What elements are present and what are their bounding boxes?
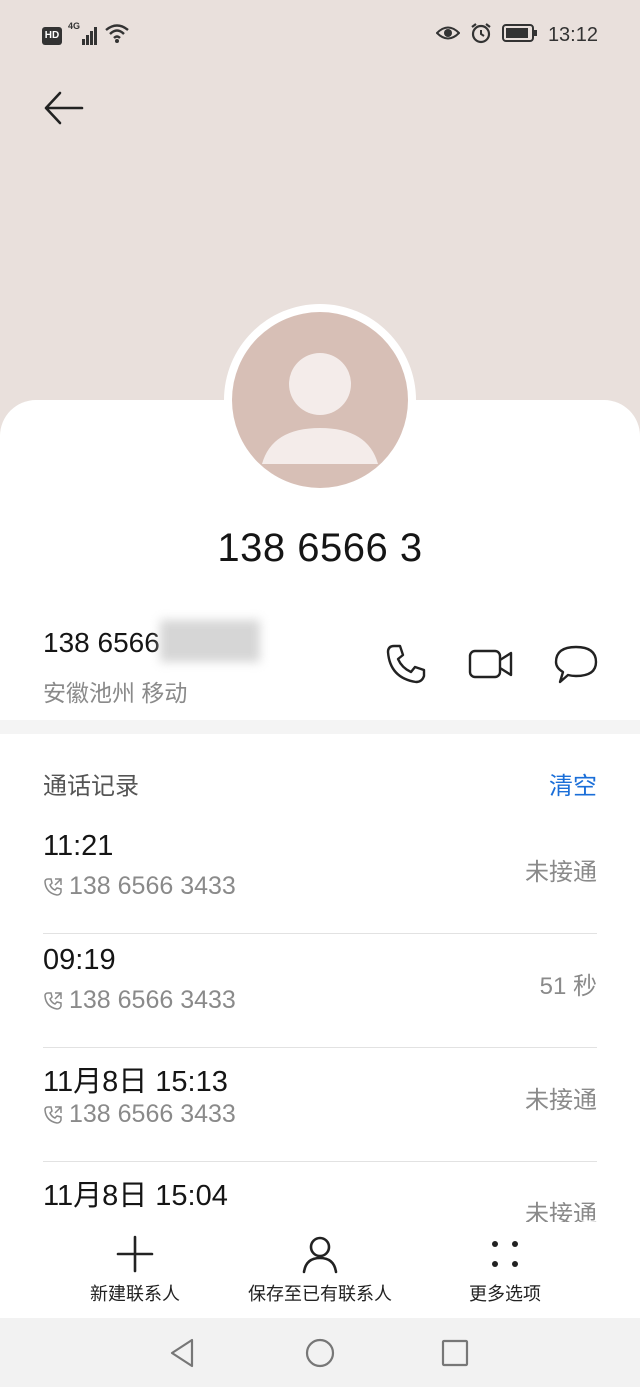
contact-number: 138 6566 (43, 627, 160, 658)
record-time: 09:19 (43, 944, 116, 976)
cellular-signal-icon: 4G (68, 21, 98, 47)
outgoing-call-icon (44, 992, 62, 1010)
back-button[interactable] (40, 86, 88, 130)
eye-icon (435, 23, 461, 48)
video-call-button[interactable] (468, 642, 514, 686)
call-record-item[interactable]: 09:19 138 6566 3433 51 秒 (43, 944, 597, 1059)
nav-home-button[interactable] (303, 1336, 337, 1370)
status-bar: HD 4G 13:12 (0, 0, 640, 72)
privacy-blur (160, 620, 260, 662)
more-options-label: 更多选项 (469, 1284, 541, 1304)
more-options-button[interactable]: 更多选项 (415, 1234, 595, 1314)
person-silhouette-icon (232, 312, 408, 488)
arrow-left-icon (44, 91, 84, 125)
avatar (224, 304, 416, 496)
wifi-icon (104, 22, 130, 49)
record-divider (43, 933, 597, 934)
person-icon (302, 1236, 338, 1274)
record-number: 138 6566 3433 (69, 1100, 236, 1128)
four-dots-icon (492, 1241, 518, 1267)
triangle-back-icon (170, 1338, 194, 1368)
outgoing-call-icon (44, 878, 62, 896)
alarm-icon (470, 22, 492, 49)
save-to-existing-button[interactable]: 保存至已有联系人 (230, 1234, 410, 1314)
contact-title-number: 138 6566 3 (217, 526, 423, 570)
record-number: 138 6566 3433 (69, 986, 236, 1014)
record-divider (43, 1047, 597, 1048)
message-bubble-icon (554, 645, 598, 684)
call-record-item[interactable]: 11月8日 15:13 138 6566 3433 未接通 (43, 1058, 597, 1173)
record-divider (43, 1161, 597, 1162)
nav-back-button[interactable] (165, 1336, 199, 1370)
system-nav-bar (0, 1318, 640, 1387)
hd-badge: HD (42, 26, 62, 45)
record-status: 未接通 (525, 1201, 597, 1222)
record-status: 51 秒 (539, 973, 597, 1000)
circle-home-icon (305, 1338, 335, 1368)
call-button[interactable] (384, 642, 428, 686)
status-left: HD 4G (42, 21, 130, 49)
record-status: 未接通 (525, 1087, 597, 1114)
new-contact-button[interactable]: 新建联系人 (45, 1234, 225, 1314)
video-camera-icon (468, 649, 513, 679)
record-time: 11:21 (43, 830, 114, 862)
nav-recents-button[interactable] (438, 1336, 472, 1370)
status-right: 13:12 (435, 22, 598, 49)
message-button[interactable] (554, 642, 598, 686)
call-record-item[interactable]: 11月8日 15:04 未接通 (43, 1172, 597, 1222)
status-time: 13:12 (547, 24, 598, 46)
battery-icon (501, 23, 538, 48)
new-contact-label: 新建联系人 (90, 1284, 180, 1304)
phone-icon (386, 644, 426, 684)
clear-records-button[interactable]: 清空 (549, 766, 597, 801)
call-record-item[interactable]: 11:21 138 6566 3433 未接通 (43, 830, 597, 945)
square-recents-icon (441, 1339, 469, 1367)
record-time: 11月8日 15:13 (43, 1066, 228, 1098)
record-time: 11月8日 15:04 (43, 1180, 228, 1212)
save-to-existing-label: 保存至已有联系人 (248, 1284, 392, 1304)
record-number: 138 6566 3433 (69, 872, 236, 900)
record-status: 未接通 (525, 859, 597, 886)
outgoing-call-icon (44, 1106, 62, 1124)
contact-location: 安徽池州 移动 (43, 680, 188, 706)
bottom-toolbar: 新建联系人 保存至已有联系人 更多选项 (0, 1222, 640, 1318)
records-title: 通话记录 (43, 773, 139, 800)
section-divider (0, 720, 640, 734)
plus-icon (116, 1235, 154, 1273)
